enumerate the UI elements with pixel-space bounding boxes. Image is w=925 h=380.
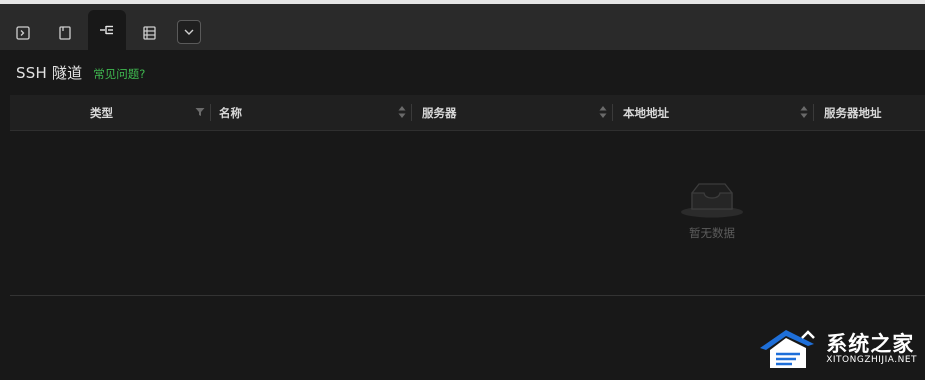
- ssh-tunnel-table: 类型 名称 服务器 本地地址 服务器地址 暂无数据: [10, 95, 925, 296]
- column-header-server[interactable]: 服务器: [412, 95, 613, 130]
- inbox-icon: [681, 183, 743, 218]
- column-header-local-address[interactable]: 本地地址: [613, 95, 814, 130]
- sort-icon[interactable]: [398, 105, 406, 119]
- sort-icon[interactable]: [599, 105, 607, 119]
- house-logo-icon: [760, 330, 816, 368]
- tabs-dropdown-button[interactable]: [177, 20, 201, 44]
- column-label: 类型: [90, 105, 113, 120]
- column-header-name[interactable]: 名称: [211, 95, 412, 130]
- network-tree-icon: [100, 25, 113, 35]
- column-header-server-address[interactable]: 服务器地址: [814, 95, 925, 130]
- empty-state-text: 暂无数据: [689, 226, 735, 240]
- column-label: 服务器地址: [824, 105, 882, 120]
- page-header: SSH 隧道 常见问题?: [16, 62, 145, 83]
- tab-file[interactable]: [46, 16, 84, 50]
- empty-state: 暂无数据: [680, 179, 744, 241]
- watermark-brand: 系统之家: [826, 331, 915, 356]
- column-label: 本地地址: [623, 105, 669, 120]
- page-title: SSH 隧道: [16, 64, 83, 82]
- faq-link[interactable]: 常见问题?: [93, 66, 145, 82]
- sort-icon[interactable]: [800, 105, 808, 119]
- column-label: 名称: [219, 105, 242, 120]
- tab-bar: [0, 4, 925, 50]
- watermark-url: XITONGZHIJIA.NET: [826, 354, 917, 365]
- file-icon: [59, 26, 71, 40]
- chevron-down-icon: [184, 29, 194, 35]
- table-body: 暂无数据: [10, 131, 925, 296]
- tab-ssh-tunnel[interactable]: [88, 10, 126, 50]
- filter-icon[interactable]: [195, 107, 205, 117]
- tab-list[interactable]: [130, 16, 168, 50]
- list-icon: [142, 26, 156, 40]
- table-header: 类型 名称 服务器 本地地址 服务器地址: [10, 95, 925, 131]
- watermark-text: 系统之家 XITONGZHIJIA.NET: [826, 333, 917, 366]
- watermark: 系统之家 XITONGZHIJIA.NET: [756, 324, 917, 374]
- tab-terminal[interactable]: [4, 16, 42, 50]
- terminal-icon: [16, 26, 30, 40]
- column-label: 服务器: [422, 105, 457, 120]
- column-header-type[interactable]: 类型: [10, 95, 211, 130]
